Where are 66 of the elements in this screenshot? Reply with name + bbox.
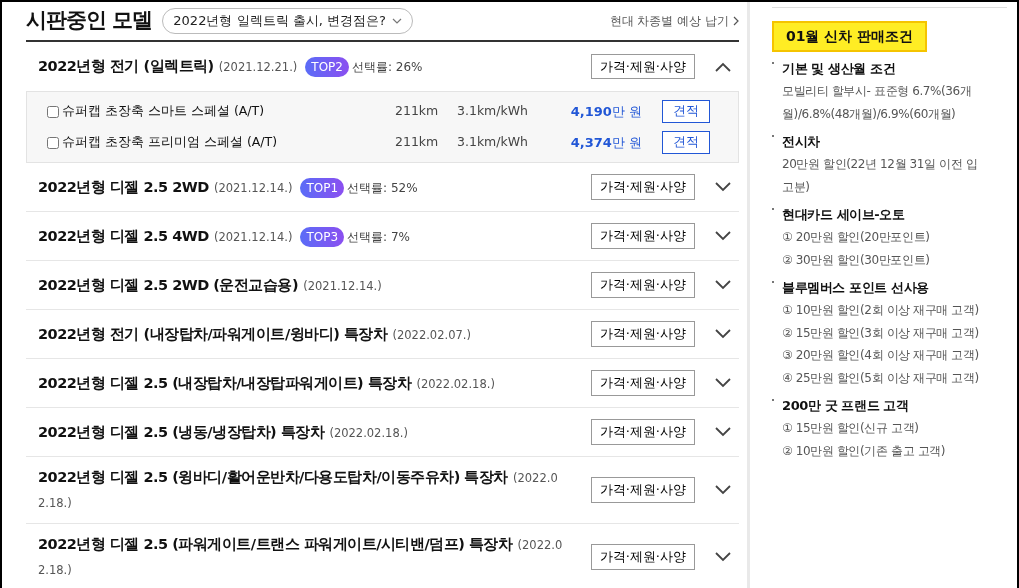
trim-name: 슈퍼캡 초장축 스마트 스페셜 (A/T) [62,102,265,121]
model-title: 2022년형 디젤 2.5 (윙바디/활어운반차/다용도탑차/이동주유차) 특장차 (2022.02.18.) [38,468,558,511]
quote-button[interactable]: 견적 [662,100,710,123]
chevron-up-icon[interactable] [715,61,731,72]
model-title: 2022년형 디젤 2.5 (파워게이트/트랜스 파워게이트/시티밴/덤프) 특장차 (2022.02.18.) [38,535,563,578]
chevron-down-icon[interactable] [715,485,731,495]
chevron-down-icon[interactable] [715,427,731,437]
condition-text: ① 20만원 할인(20만포인트) [781,229,931,246]
range-text: 211km [395,102,440,121]
rank-badge: TOP3 [300,226,345,247]
spec-button[interactable]: 가격·제원·사양 [590,53,695,80]
efficiency-text: 3.1km/kWh [457,102,530,121]
section-title: 200만 굿 프랜드 고객 [781,397,910,415]
selection-rate: 선택률: 7% [347,229,410,244]
chevron-down-icon[interactable] [715,329,731,339]
condition-text: ④ 25만원 할인(5회 이상 재구매 고객) [781,369,980,387]
condition-text: ③ 20만원 할인(4회 이상 재구매 고객) [781,347,980,364]
selection-rate: 선택률: 26% [351,60,423,74]
spec-button[interactable]: 가격·제원·사양 [590,174,695,200]
spec-button[interactable]: 가격·제원·사양 [590,419,695,445]
condition-text: 모빌리티 할부시- 표준형 6.7%(36개월)/6.8%(48개월)/6.9%(60개월) [781,83,973,123]
model-title: 2022년형 전기 (일렉트릭) (2021.12.21.) [38,57,298,75]
model-title: 2022년형 디젤 2.5 (냉동/냉장탑차) 특장차 (2022.02.18.) [38,422,408,441]
spec-button[interactable]: 가격·제원·사양 [590,477,695,503]
chevron-down-icon[interactable] [715,378,731,388]
condition-text: 20만원 할인(22년 12월 31일 이전 입고분) [781,156,979,196]
model-title: 2022년형 전기 (내장탑차/파워게이트/윙바디) 특장차 (2022.02.07.) [38,324,471,343]
section-title: 기본 및 생산월 조건 [781,60,897,78]
condition-text: ② 15만원 할인(3회 이상 재구매 고객) [781,324,980,342]
model-title: 2022년형 디젤 2.5 (내장탑차/내장탑파워게이트) 특장차 (2022.02.18.) [38,373,495,392]
price-text: 4,190만 원 [569,102,642,121]
rank-badge: TOP1 [300,177,345,198]
quote-button[interactable]: 견적 [662,131,710,154]
spec-button[interactable]: 가격·제원·사양 [590,370,695,396]
spec-button[interactable]: 가격·제원·사양 [590,272,695,298]
spec-button[interactable]: 가격·제원·사양 [590,321,695,347]
range-text: 211km [395,133,440,152]
chevron-down-icon[interactable] [715,182,731,192]
chevron-down-icon [391,18,402,24]
delivery-link[interactable]: 현대 차종별 예상 납기 [609,12,739,30]
page-title: 시판중인 모델 [26,7,153,35]
condition-text: ① 10만원 할인(2회 이상 재구매 고객) [781,302,980,319]
chevron-down-icon[interactable] [715,231,731,241]
section-title: 현대카드 세이브-오토 [781,206,906,224]
section-title: 블루멤버스 포인트 선사용 [781,279,930,297]
trim-checkbox[interactable] [47,105,59,118]
sidebar-title: 01월 신차 판매조건 [772,21,928,52]
chevron-down-icon[interactable] [715,552,731,562]
chevron-down-icon[interactable] [715,280,731,290]
spec-button[interactable]: 가격·제원·사양 [590,544,695,570]
trim-checkbox[interactable] [47,136,59,149]
spec-button[interactable]: 가격·제원·사양 [590,223,695,249]
condition-text: ② 30만원 할인(30만포인트) [781,251,931,269]
model-title: 2022년형 디젤 2.5 2WD (2021.12.14.) [38,177,293,196]
price-text: 4,374만 원 [569,133,642,152]
section-title: 전시차 [781,133,821,151]
model-title: 2022년형 디젤 2.5 2WD (운전교습용) (2021.12.14.) [38,275,382,294]
selection-rate: 선택률: 52% [347,180,418,195]
chevron-right-icon [733,16,739,26]
rank-badge: TOP2 [305,57,349,77]
trim-name: 슈퍼캡 초장축 프리미엄 스페셜 (A/T) [62,133,278,152]
model-title: 2022년형 디젤 2.5 4WD (2021.12.14.) [38,226,293,245]
condition-text: ① 15만원 할인(신규 고객) [781,420,920,437]
notice-dropdown[interactable]: 2022년형 일렉트릭 출시, 변경점은? [162,8,413,34]
condition-text: ② 10만원 할인(기존 출고 고객) [781,442,947,460]
efficiency-text: 3.1km/kWh [457,133,530,152]
